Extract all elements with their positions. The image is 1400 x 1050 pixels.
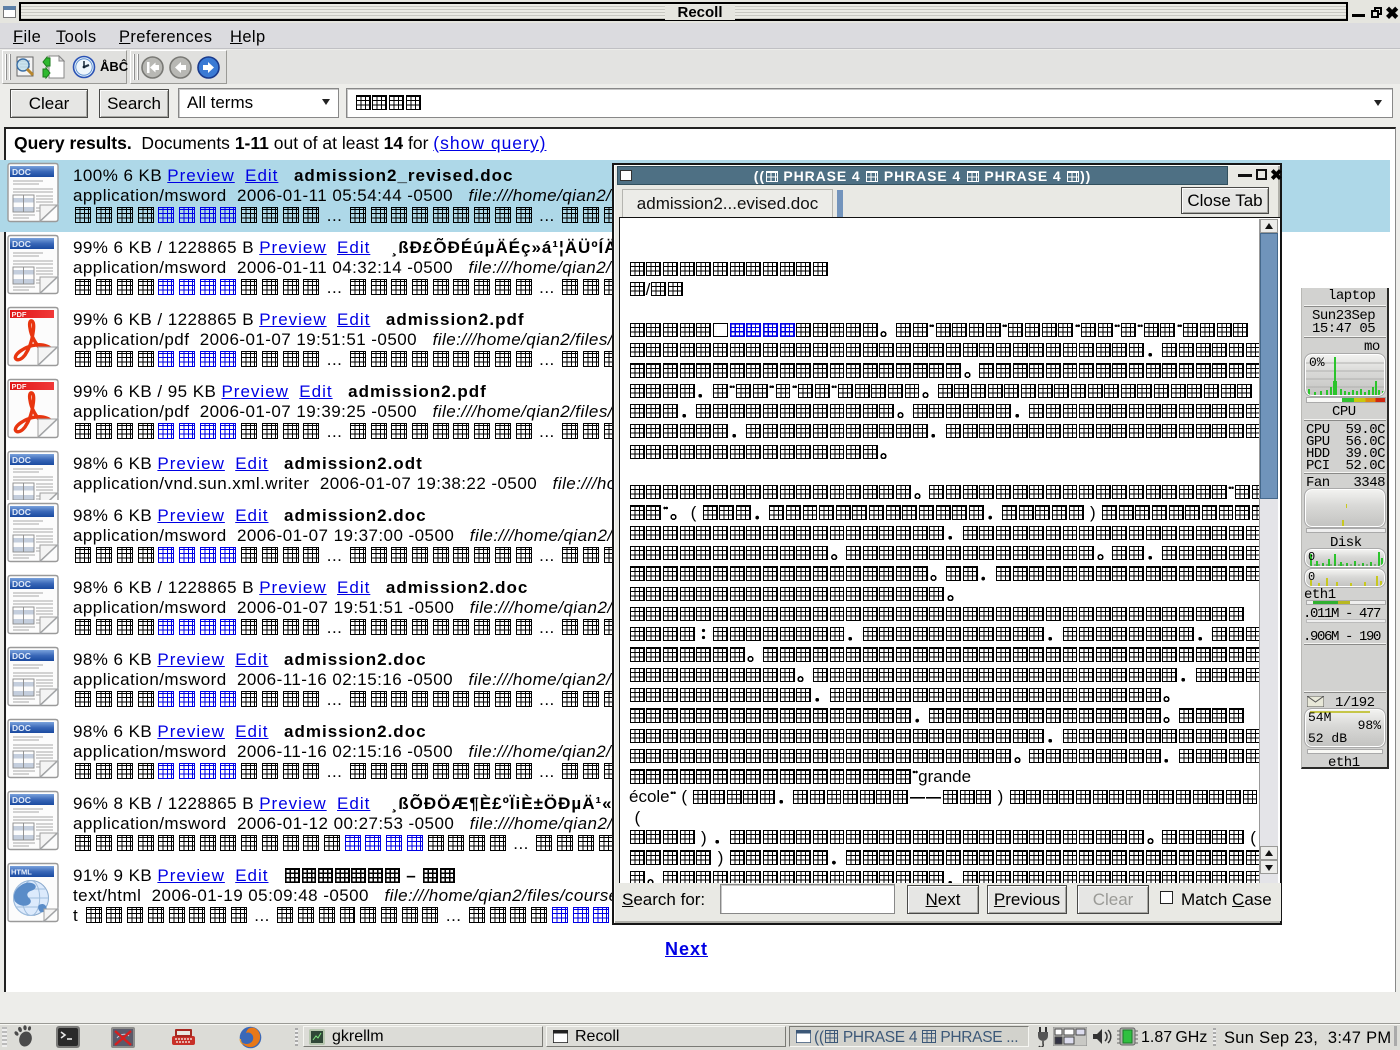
svg-text:DOC: DOC — [12, 239, 31, 249]
svg-text:DOC: DOC — [12, 455, 31, 465]
svg-text:DOC: DOC — [12, 723, 31, 733]
svg-text:DOC: DOC — [12, 579, 31, 589]
svg-text:DOC: DOC — [12, 651, 31, 661]
svg-text:DOC: DOC — [12, 167, 31, 177]
svg-text:HTML: HTML — [11, 868, 32, 877]
svg-text:PDF: PDF — [12, 382, 27, 391]
svg-text:DOC: DOC — [12, 795, 31, 805]
svg-text:DOC: DOC — [12, 507, 31, 517]
svg-text:PDF: PDF — [12, 310, 27, 319]
